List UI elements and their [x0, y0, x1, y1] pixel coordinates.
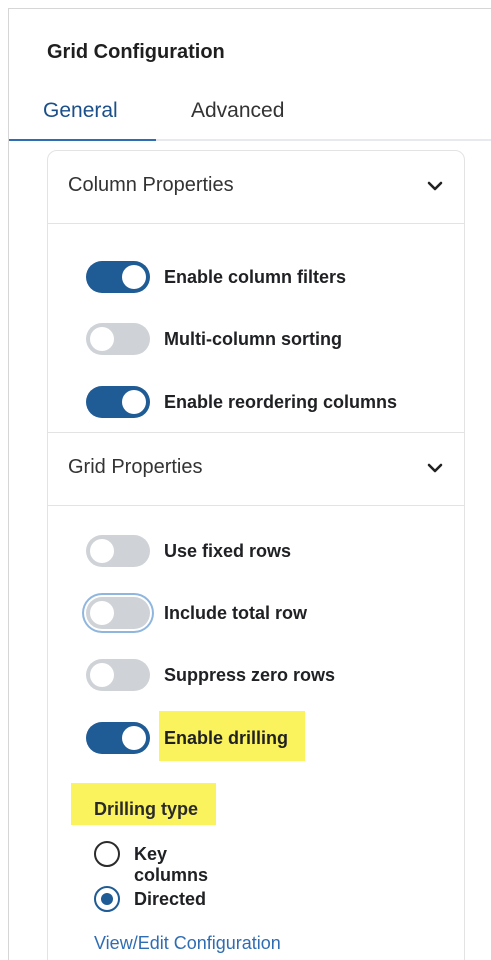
toggle-label: Use fixed rows: [164, 541, 292, 561]
toggle-knob: [122, 726, 146, 750]
toggle-switch[interactable]: [86, 535, 150, 567]
toggle-knob: [90, 601, 114, 625]
toggle-switch[interactable]: [86, 659, 150, 691]
grid-properties-label: Grid Properties: [68, 456, 203, 478]
radio-dot: [101, 893, 113, 905]
radio-button-selected[interactable]: [94, 886, 120, 912]
tab-general[interactable]: General: [43, 99, 118, 123]
chevron-down-icon: [427, 181, 443, 191]
toggle-label: Enable column filters: [164, 267, 347, 287]
chevron-down-icon: [427, 463, 443, 473]
grid-configuration-panel: Grid Configuration General Advanced Colu…: [8, 8, 491, 960]
toggle-switch[interactable]: [86, 261, 150, 293]
toggle-label: Enable drilling: [164, 728, 289, 748]
toggle-switch[interactable]: [86, 722, 150, 754]
toggle-switch[interactable]: [86, 323, 150, 355]
active-tab-indicator: [9, 139, 156, 141]
toggle-knob: [90, 663, 114, 687]
column-properties-label: Column Properties: [68, 174, 234, 196]
radio-label: Key columns: [134, 844, 209, 885]
radio-button[interactable]: [94, 841, 120, 867]
column-properties-header[interactable]: Column Properties: [48, 151, 464, 224]
toggle-label: Suppress zero rows: [164, 665, 336, 685]
toggle-switch[interactable]: [86, 386, 150, 418]
panel-title: Grid Configuration: [47, 41, 225, 63]
toggle-label: Multi-column sorting: [164, 329, 342, 349]
toggle-knob: [122, 390, 146, 414]
tab-bar: General Advanced: [9, 87, 491, 141]
tab-advanced[interactable]: Advanced: [191, 99, 284, 123]
toggle-knob: [122, 265, 146, 289]
view-edit-configuration-link[interactable]: View/Edit Configuration: [94, 933, 281, 954]
radio-label: Directed: [134, 889, 207, 909]
properties-card: Column Properties Enable column filters …: [47, 150, 465, 960]
toggle-knob: [90, 539, 114, 563]
toggle-switch[interactable]: [86, 597, 150, 629]
toggle-label: Enable reordering columns: [164, 392, 398, 412]
drilling-type-label: Drilling type: [94, 799, 199, 819]
toggle-label: Include total row: [164, 603, 308, 623]
toggle-knob: [90, 327, 114, 351]
grid-properties-header[interactable]: Grid Properties: [48, 432, 464, 506]
